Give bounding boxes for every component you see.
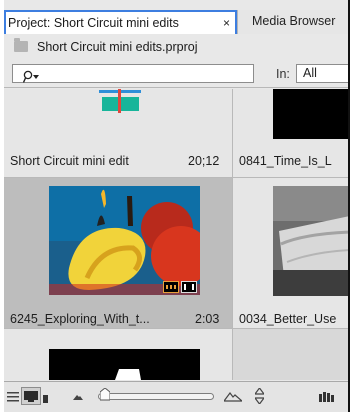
mountain-small-icon[interactable] (73, 393, 83, 401)
zoom-slider-thumb[interactable] (100, 388, 110, 401)
panel-toolbar (4, 381, 348, 412)
mountain-large-icon[interactable] (224, 390, 242, 402)
search-icon[interactable] (23, 70, 41, 84)
tab-media-browser-label: Media Browser (252, 14, 336, 28)
grid-item-clip-6245[interactable]: 6245_Exploring_With_t... 2:03 (4, 178, 232, 328)
zoom-slider[interactable] (98, 388, 214, 401)
close-tab-icon[interactable]: × (223, 12, 230, 34)
clip-thumbnail (273, 186, 348, 296)
item-name: 0841_Time_Is_L (239, 154, 332, 168)
search-input[interactable] (12, 64, 254, 83)
panel-tab-bar: Project: Short Circuit mini edits × Medi… (4, 10, 348, 34)
icon-view-icon (24, 391, 38, 402)
tab-project[interactable]: Project: Short Circuit mini edits × (4, 10, 237, 34)
grid-item-partial[interactable] (4, 329, 232, 380)
sequence-thumbnail (99, 89, 141, 113)
item-name: Short Circuit mini edit (10, 154, 129, 168)
video-badge-icon (163, 281, 179, 293)
clip-thumbnail (49, 186, 200, 295)
project-file-name: Short Circuit mini edits.prproj (37, 40, 198, 54)
item-duration: 20;12 (188, 154, 220, 168)
grid-separator (232, 89, 233, 380)
sort-icon[interactable] (255, 388, 264, 404)
in-label: In: (276, 67, 290, 81)
clip-thumbnail (49, 349, 200, 380)
project-file-row: Short Circuit mini edits.prproj (4, 35, 348, 59)
item-name: 0034_Better_Use (239, 312, 337, 326)
automate-to-sequence-icon[interactable] (319, 390, 335, 402)
list-view-icon[interactable] (7, 391, 19, 403)
project-panel: Project: Short Circuit mini edits × Medi… (4, 0, 350, 412)
grid-separator (4, 177, 348, 178)
grid-separator (4, 328, 348, 329)
in-filter-value: All (303, 66, 317, 80)
grid-item-clip-0841[interactable]: 0841_Time_Is_L (233, 89, 348, 177)
tab-media-browser[interactable]: Media Browser (237, 10, 348, 34)
item-duration: 2:03 (195, 312, 220, 326)
grid-empty-cell (233, 329, 348, 380)
freeform-marker-icon (43, 395, 48, 403)
icon-view-button[interactable] (21, 387, 41, 405)
audio-badge-icon (181, 281, 197, 293)
media-grid: Short Circuit mini edit 20;12 0841_Time_… (4, 89, 348, 380)
grid-item-sequence[interactable]: Short Circuit mini edit 20;12 (4, 89, 232, 177)
tab-project-label: Project: Short Circuit mini edits (8, 16, 179, 30)
search-row: In: All (4, 61, 348, 88)
grid-item-clip-0034[interactable]: 0034_Better_Use (233, 178, 348, 328)
clip-thumbnail (273, 89, 348, 139)
bin-icon (14, 38, 28, 52)
item-name: 6245_Exploring_With_t... (10, 312, 150, 326)
in-filter-select[interactable]: All (296, 64, 348, 83)
